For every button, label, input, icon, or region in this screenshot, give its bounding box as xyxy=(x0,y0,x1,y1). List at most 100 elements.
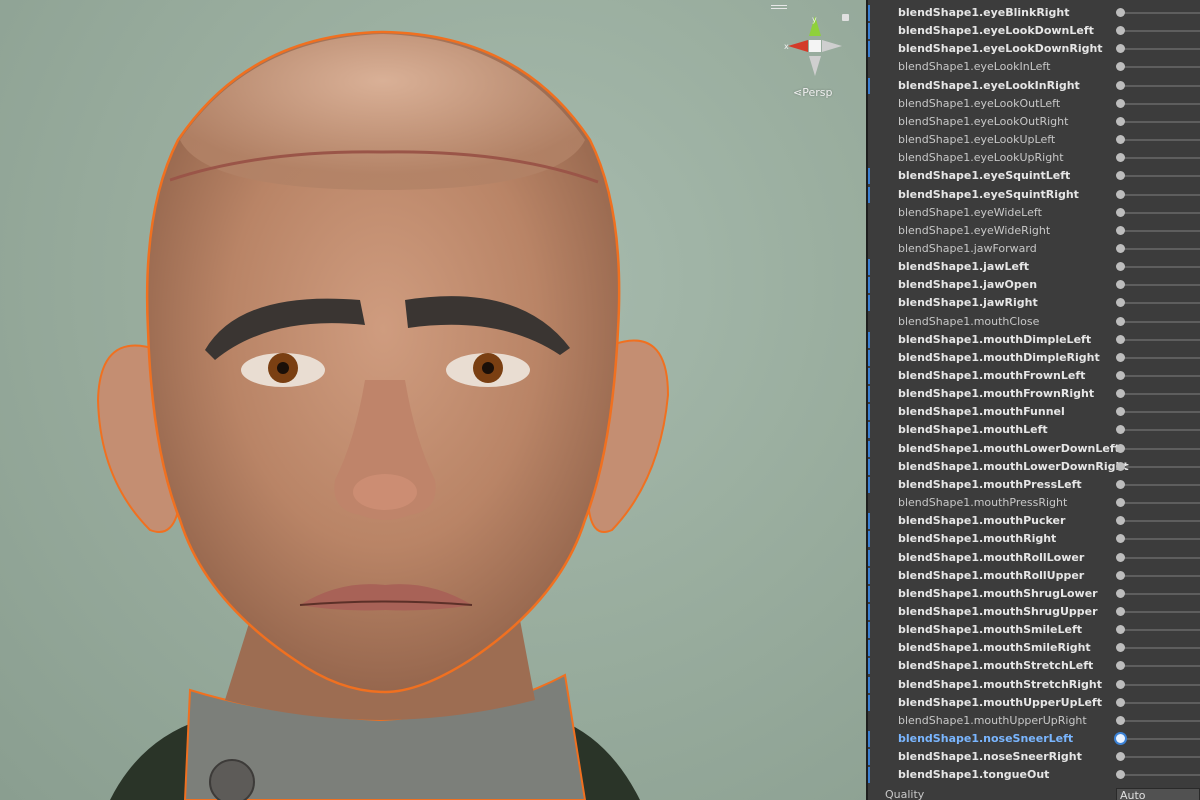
weight-slider-handle[interactable] xyxy=(1116,243,1125,253)
weight-slider-track[interactable] xyxy=(1120,229,1200,232)
weight-slider-track[interactable] xyxy=(1120,266,1200,269)
weight-slider-handle[interactable] xyxy=(1116,734,1125,743)
weight-slider-handle[interactable] xyxy=(1116,189,1125,199)
blend-shape-row[interactable]: blendShape1.mouthRollLower xyxy=(868,549,1200,567)
weight-slider-handle[interactable] xyxy=(1116,98,1125,108)
blend-shape-row[interactable]: blendShape1.mouthRollUpper xyxy=(868,567,1200,585)
blend-shape-row[interactable]: blendShape1.mouthFrownLeft xyxy=(868,367,1200,385)
weight-slider-handle[interactable] xyxy=(1116,425,1125,435)
weight-slider-handle[interactable] xyxy=(1116,697,1125,707)
weight-slider-track[interactable] xyxy=(1120,610,1200,613)
weight-slider-handle[interactable] xyxy=(1116,26,1125,36)
blend-shape-row[interactable]: blendShape1.mouthLowerDownLeft xyxy=(868,440,1200,458)
blend-shape-row[interactable]: blendShape1.eyeLookOutRight xyxy=(868,113,1200,131)
blend-shape-row[interactable]: blendShape1.mouthShrugUpper xyxy=(868,603,1200,621)
weight-slider-handle[interactable] xyxy=(1116,516,1125,526)
weight-slider-track[interactable] xyxy=(1120,375,1200,377)
weight-slider-track[interactable] xyxy=(1120,139,1200,142)
weight-slider-handle[interactable] xyxy=(1116,80,1125,90)
weight-slider-track[interactable] xyxy=(1120,12,1200,14)
blend-shape-row[interactable]: blendShape1.noseSneerRight xyxy=(868,748,1200,766)
blend-shape-row[interactable]: blendShape1.eyeWideLeft xyxy=(868,204,1200,222)
blend-shape-row[interactable]: blendShape1.eyeLookDownRight xyxy=(868,40,1200,58)
weight-slider-track[interactable] xyxy=(1120,502,1200,505)
blend-shape-row[interactable]: blendShape1.tongueOut xyxy=(868,766,1200,784)
blend-shape-row[interactable]: blendShape1.mouthFunnel xyxy=(868,403,1200,421)
weight-slider-track[interactable] xyxy=(1120,483,1200,486)
weight-slider-track[interactable] xyxy=(1120,701,1200,704)
blend-shape-row[interactable]: blendShape1.mouthUpperUpLeft xyxy=(868,694,1200,712)
weight-slider-track[interactable] xyxy=(1120,211,1200,214)
weight-slider-track[interactable] xyxy=(1120,193,1200,196)
weight-slider-handle[interactable] xyxy=(1116,661,1125,671)
weight-slider-handle[interactable] xyxy=(1116,44,1125,54)
weight-slider-handle[interactable] xyxy=(1116,752,1125,762)
weight-slider-track[interactable] xyxy=(1120,48,1200,51)
weight-slider-track[interactable] xyxy=(1120,102,1200,105)
weight-slider-track[interactable] xyxy=(1120,665,1200,668)
neg-x-axis-cone[interactable] xyxy=(822,40,842,52)
weight-slider-handle[interactable] xyxy=(1116,153,1125,163)
weight-slider-handle[interactable] xyxy=(1116,715,1125,725)
viewport-menu-icon[interactable] xyxy=(771,5,787,11)
weight-slider-handle[interactable] xyxy=(1116,334,1125,344)
weight-slider-track[interactable] xyxy=(1120,302,1200,305)
head-model[interactable] xyxy=(0,0,866,800)
weight-slider-track[interactable] xyxy=(1120,66,1200,69)
weight-slider-track[interactable] xyxy=(1120,284,1200,287)
blend-shape-row[interactable]: blendShape1.mouthPressRight xyxy=(868,494,1200,512)
weight-slider-track[interactable] xyxy=(1120,629,1200,632)
blend-shape-row[interactable]: blendShape1.eyeLookInRight xyxy=(868,77,1200,95)
projection-label[interactable]: ⋖Persp xyxy=(793,86,832,99)
weight-slider-track[interactable] xyxy=(1120,356,1200,359)
weight-slider-handle[interactable] xyxy=(1116,479,1125,489)
weight-slider-track[interactable] xyxy=(1120,465,1200,468)
weight-slider-handle[interactable] xyxy=(1116,116,1125,126)
weight-slider-handle[interactable] xyxy=(1116,207,1125,217)
weight-slider-handle[interactable] xyxy=(1116,625,1125,635)
blend-shape-row[interactable]: blendShape1.jawLeft xyxy=(868,258,1200,276)
weight-slider-handle[interactable] xyxy=(1116,135,1125,145)
orientation-gizmo[interactable]: y x xyxy=(784,12,846,78)
weight-slider-track[interactable] xyxy=(1120,393,1200,396)
weight-slider-track[interactable] xyxy=(1120,756,1200,759)
neg-y-axis-cone[interactable] xyxy=(809,56,821,76)
weight-slider-handle[interactable] xyxy=(1116,606,1125,616)
weight-slider-track[interactable] xyxy=(1120,157,1200,160)
blend-shape-row[interactable]: blendShape1.mouthStretchRight xyxy=(868,676,1200,694)
blend-shape-row[interactable]: blendShape1.jawForward xyxy=(868,240,1200,258)
x-axis-cone[interactable] xyxy=(788,40,808,52)
weight-slider-handle[interactable] xyxy=(1116,262,1125,272)
weight-slider-track[interactable] xyxy=(1120,447,1200,450)
weight-slider-handle[interactable] xyxy=(1116,534,1125,544)
weight-slider-track[interactable] xyxy=(1120,538,1200,541)
blend-shape-row[interactable]: blendShape1.mouthShrugLower xyxy=(868,585,1200,603)
weight-slider-handle[interactable] xyxy=(1116,443,1125,453)
blend-shape-row[interactable]: blendShape1.eyeLookInLeft xyxy=(868,58,1200,76)
quality-dropdown[interactable]: Auto xyxy=(1116,788,1200,800)
weight-slider-track[interactable] xyxy=(1120,120,1200,123)
weight-slider-track[interactable] xyxy=(1120,338,1200,341)
weight-slider-track[interactable] xyxy=(1120,647,1200,650)
weight-slider-handle[interactable] xyxy=(1116,552,1125,562)
weight-slider-handle[interactable] xyxy=(1116,62,1125,72)
weight-slider-handle[interactable] xyxy=(1116,679,1125,689)
lock-icon[interactable] xyxy=(842,14,849,21)
weight-slider-track[interactable] xyxy=(1120,247,1200,250)
weight-slider-handle[interactable] xyxy=(1116,371,1125,380)
weight-slider-handle[interactable] xyxy=(1116,770,1125,780)
blend-shape-row[interactable]: blendShape1.mouthDimpleLeft xyxy=(868,331,1200,349)
weight-slider-track[interactable] xyxy=(1120,320,1200,323)
weight-slider-handle[interactable] xyxy=(1116,407,1125,417)
blend-shape-row[interactable]: blendShape1.eyeLookDownLeft xyxy=(868,22,1200,40)
weight-slider-handle[interactable] xyxy=(1116,389,1125,399)
blend-shape-row[interactable]: blendShape1.mouthSmileLeft xyxy=(868,621,1200,639)
weight-slider-track[interactable] xyxy=(1120,774,1200,777)
weight-slider-track[interactable] xyxy=(1120,30,1200,33)
blend-shape-row[interactable]: blendShape1.mouthPressLeft xyxy=(868,476,1200,494)
blend-shape-row[interactable]: blendShape1.eyeLookUpLeft xyxy=(868,131,1200,149)
blend-shape-row[interactable]: blendShape1.eyeSquintLeft xyxy=(868,167,1200,185)
weight-slider-track[interactable] xyxy=(1120,592,1200,595)
weight-slider-handle[interactable] xyxy=(1116,316,1125,326)
weight-slider-track[interactable] xyxy=(1120,411,1200,414)
